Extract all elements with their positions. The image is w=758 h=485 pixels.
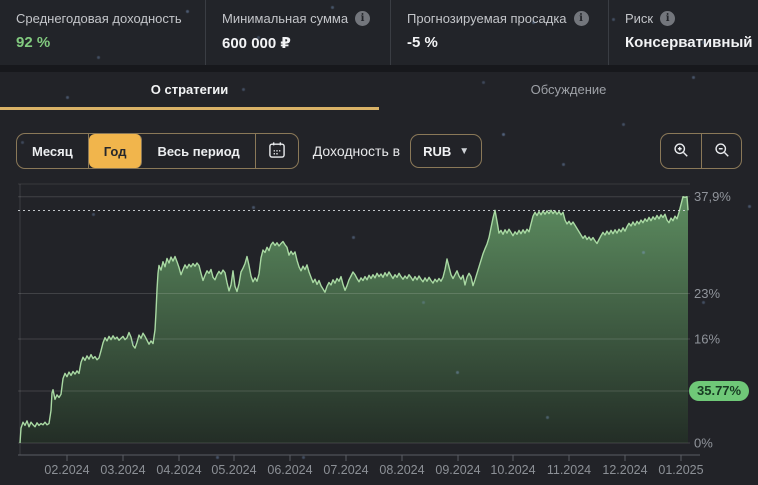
chart-zoom-controls xyxy=(660,133,742,169)
svg-text:02.2024: 02.2024 xyxy=(44,463,89,477)
period-year-button[interactable]: Год xyxy=(88,134,143,168)
zoom-in-button[interactable] xyxy=(661,134,701,168)
period-all-button[interactable]: Весь период xyxy=(142,134,256,168)
stat-value: Консервативный xyxy=(625,34,753,51)
stats-bar: Среднегодовая доходность 92 % Минимальна… xyxy=(0,0,758,65)
stat-value: -5 % xyxy=(407,34,438,51)
tab-about-strategy[interactable]: О стратегии xyxy=(0,72,379,110)
svg-text:09.2024: 09.2024 xyxy=(435,463,480,477)
chevron-down-icon: ▼ xyxy=(459,145,470,157)
chart-svg: 02.2024 03.2024 04.2024 05.2024 06.2024 07.20… xyxy=(18,183,731,477)
currency-dropdown[interactable]: RUB ▼ xyxy=(410,134,483,168)
tab-discussion[interactable]: Обсуждение xyxy=(379,72,758,106)
current-value-badge: 35.77% xyxy=(689,381,750,401)
svg-text:08.2024: 08.2024 xyxy=(379,463,424,477)
stat-value: 92 % xyxy=(16,34,51,51)
svg-text:23%: 23% xyxy=(694,286,720,301)
currency-selector-label: Доходность в xyxy=(312,143,401,159)
svg-text:03.2024: 03.2024 xyxy=(100,463,145,477)
currency-value: RUB xyxy=(423,143,452,159)
info-icon[interactable]: i xyxy=(660,11,676,26)
calendar-button[interactable] xyxy=(256,134,298,168)
strategy-page: Среднегодовая доходность 92 % Минимальна… xyxy=(0,0,758,485)
filter-row: Месяц Год Весь период Доходность в RUB ▼ xyxy=(0,133,758,169)
svg-text:37,9%: 37,9% xyxy=(694,189,731,204)
calendar-icon xyxy=(267,140,287,163)
zoom-out-icon xyxy=(712,140,732,163)
tab-bar: О стратегии Обсуждение xyxy=(0,72,758,110)
info-icon[interactable]: i xyxy=(355,11,371,26)
period-month-button[interactable]: Месяц xyxy=(17,134,89,168)
tab-label: Обсуждение xyxy=(530,81,607,97)
info-icon[interactable]: i xyxy=(573,11,589,26)
svg-text:07.2024: 07.2024 xyxy=(323,463,368,477)
stat-label: Риск xyxy=(625,11,654,26)
stat-risk: Риск i Консервативный xyxy=(608,0,758,65)
svg-text:06.2024: 06.2024 xyxy=(267,463,312,477)
stat-annual-return: Среднегодовая доходность 92 % xyxy=(0,0,205,65)
stat-label: Среднегодовая доходность xyxy=(16,11,182,26)
stat-min-sum: Минимальная сумма i 600 000 ₽ xyxy=(205,0,390,65)
zoom-out-button[interactable] xyxy=(701,134,741,168)
svg-text:04.2024: 04.2024 xyxy=(156,463,201,477)
svg-text:11.2024: 11.2024 xyxy=(547,463,591,477)
svg-text:0%: 0% xyxy=(694,436,713,451)
period-segmented-control: Месяц Год Весь период xyxy=(16,133,299,169)
svg-text:01.2025: 01.2025 xyxy=(658,463,703,477)
svg-text:12.2024: 12.2024 xyxy=(602,463,647,477)
stat-label: Минимальная сумма xyxy=(222,11,349,26)
zoom-in-icon xyxy=(671,140,691,163)
tab-label: О стратегии xyxy=(150,81,229,97)
stat-drawdown: Прогнозируемая просадка i -5 % xyxy=(390,0,608,65)
performance-chart[interactable]: 02.2024 03.2024 04.2024 05.2024 06.2024 07.20… xyxy=(0,180,758,485)
svg-text:05.2024: 05.2024 xyxy=(211,463,256,477)
svg-text:16%: 16% xyxy=(694,332,720,347)
stat-value: 600 000 ₽ xyxy=(222,35,291,52)
stat-label: Прогнозируемая просадка xyxy=(407,11,567,26)
svg-text:10.2024: 10.2024 xyxy=(490,463,535,477)
